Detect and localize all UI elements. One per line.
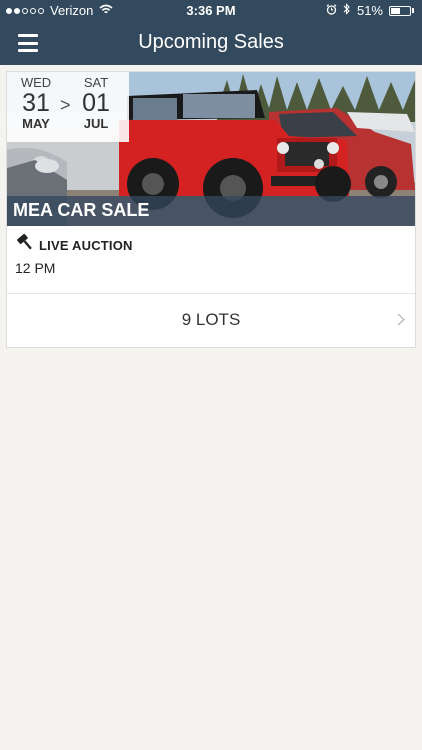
sale-photo[interactable]: WED 31 MAY > SAT 01 JUL MEA CAR SALE	[7, 72, 415, 226]
start-date: WED 31 MAY	[14, 75, 58, 131]
start-day: 31	[22, 89, 50, 117]
date-range-separator: >	[60, 95, 71, 115]
battery-icon	[389, 5, 411, 16]
status-right: 51%	[326, 3, 414, 18]
battery-cap	[412, 8, 414, 13]
sale-card[interactable]: WED 31 MAY > SAT 01 JUL MEA CAR SALE LIV…	[6, 71, 416, 348]
battery-fill	[391, 7, 401, 14]
auction-type-row: LIVE AUCTION	[16, 233, 133, 256]
alarm-icon	[326, 3, 337, 18]
start-month: MAY	[22, 116, 50, 131]
auction-type-label: LIVE AUCTION	[39, 237, 133, 253]
bluetooth-icon	[343, 3, 351, 18]
end-date: SAT 01 JUL	[74, 75, 118, 131]
page-title: Upcoming Sales	[138, 31, 284, 53]
battery-percent: 51%	[356, 3, 383, 18]
sale-time: 12 PM	[15, 260, 56, 276]
lots-count: 9 LOTS	[181, 310, 241, 329]
sale-title: MEA CAR SALE	[13, 200, 150, 220]
sale-date-range: WED 31 MAY > SAT 01 JUL	[7, 72, 129, 142]
start-day-of-week: WED	[20, 75, 52, 90]
nav-bar: Upcoming Sales	[0, 22, 422, 65]
end-day: 01	[82, 89, 110, 117]
app-header: Verizon 3:36 PM 51% Upcoming Sales	[0, 0, 422, 65]
end-month: JUL	[83, 116, 109, 131]
gavel-icon	[16, 233, 34, 256]
sale-title-bar: MEA CAR SALE	[7, 196, 415, 226]
end-day-of-week: SAT	[83, 75, 109, 90]
status-bar: Verizon 3:36 PM 51%	[0, 0, 422, 22]
chevron-right-icon	[397, 313, 405, 331]
lots-button[interactable]: 9 LOTS	[7, 293, 415, 348]
